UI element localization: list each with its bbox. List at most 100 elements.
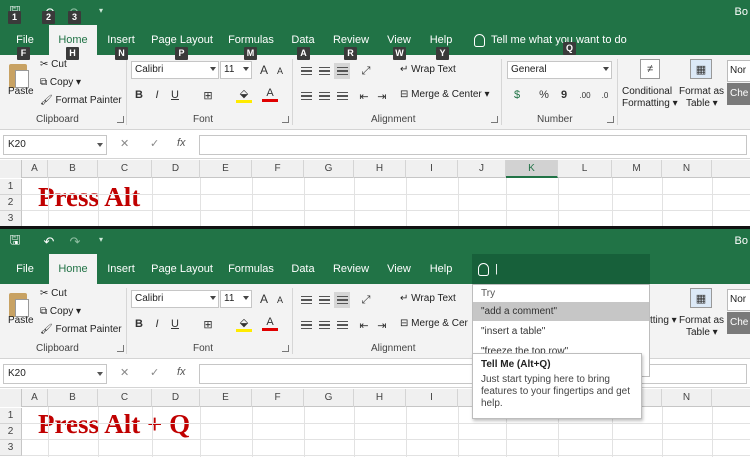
align-bottom-icon[interactable] (334, 292, 350, 308)
enter-icon[interactable]: ✓ (150, 137, 159, 150)
copy-button[interactable]: ⧉ Copy ▾ (40, 306, 81, 317)
cut-button[interactable]: ✂ Cut (40, 288, 67, 299)
column-header[interactable]: M (612, 160, 662, 178)
enter-icon[interactable]: ✓ (150, 366, 159, 379)
column-header[interactable]: I (406, 389, 458, 407)
row-header[interactable]: 1 (0, 179, 22, 195)
tab-page-layout[interactable]: Page Layout (150, 254, 214, 284)
name-box[interactable]: K20 (3, 135, 107, 155)
select-all-corner[interactable] (0, 389, 22, 407)
decrease-decimal-button[interactable]: .0 (597, 87, 613, 103)
merge-center-button[interactable]: ⊟ Merge & Cer (400, 318, 468, 329)
column-header[interactable]: A (22, 160, 48, 178)
column-header[interactable]: L (558, 160, 612, 178)
qat-customize-icon[interactable]: ▾ (99, 235, 103, 244)
paste-button[interactable]: Paste (8, 86, 34, 97)
alignment-launcher-icon[interactable] (491, 116, 498, 123)
tab-review[interactable]: Review (331, 254, 371, 284)
number-format-select[interactable]: General (507, 61, 612, 79)
format-as-table-label[interactable]: Format as (679, 86, 724, 97)
row-header[interactable]: 3 (0, 440, 22, 456)
column-header[interactable]: G (304, 160, 354, 178)
tab-view[interactable]: View (384, 254, 414, 284)
font-name-select[interactable]: Calibri (131, 290, 219, 308)
wrap-text-button[interactable]: ↵ Wrap Text (400, 64, 456, 75)
font-launcher-icon[interactable] (282, 116, 289, 123)
grow-font-button[interactable]: A (256, 291, 272, 307)
column-header[interactable]: F (252, 160, 304, 178)
percent-button[interactable]: % (536, 87, 552, 103)
column-header[interactable]: F (252, 389, 304, 407)
increase-decimal-button[interactable]: .00 (577, 87, 593, 103)
borders-icon[interactable]: ⊞ (200, 87, 216, 103)
redo-icon[interactable]: ↷ (66, 233, 84, 250)
select-all-corner[interactable] (0, 160, 22, 178)
orientation-icon[interactable]: ⤢ (358, 292, 374, 308)
formula-input[interactable] (199, 135, 747, 155)
qat-customize-icon[interactable]: ▾ (99, 6, 103, 15)
cancel-icon[interactable]: ✕ (120, 137, 129, 150)
fill-color-icon[interactable]: ⬙ (236, 316, 252, 332)
format-painter-button[interactable]: 🖌 Format Painter (40, 95, 122, 106)
column-header[interactable]: A (22, 389, 48, 407)
font-size-select[interactable]: 11 (220, 61, 252, 79)
fill-color-icon[interactable]: ⬙ (236, 87, 252, 103)
cancel-icon[interactable]: ✕ (120, 366, 129, 379)
italic-button[interactable]: I (149, 87, 165, 103)
save-icon[interactable]: 🖫 (6, 232, 24, 250)
cell-style-normal[interactable]: Nor (727, 60, 750, 82)
underline-button[interactable]: U (167, 316, 183, 332)
column-header[interactable]: D (152, 160, 200, 178)
conditional-formatting-label-2[interactable]: tting ▾ (650, 315, 677, 326)
column-header[interactable]: K (506, 160, 558, 178)
font-color-button[interactable]: A (262, 86, 278, 102)
align-middle-icon[interactable] (316, 292, 332, 308)
cell-style-normal[interactable]: Nor (727, 289, 750, 311)
comma-button[interactable]: 9 (556, 87, 572, 103)
column-header[interactable]: G (304, 389, 354, 407)
cut-button[interactable]: ✂ Cut (40, 59, 67, 70)
format-as-table-label-2[interactable]: Table ▾ (686, 327, 718, 338)
bold-button[interactable]: B (131, 87, 147, 103)
row-header[interactable]: 2 (0, 424, 22, 440)
conditional-formatting-label-2[interactable]: Formatting ▾ (622, 98, 678, 109)
number-launcher-icon[interactable] (607, 116, 614, 123)
tell-me-suggestion[interactable]: "insert a table" (473, 322, 649, 341)
column-header[interactable]: B (48, 389, 98, 407)
align-left-icon[interactable] (298, 317, 314, 333)
tab-help[interactable]: Help (426, 254, 456, 284)
align-middle-icon[interactable] (316, 63, 332, 79)
column-header[interactable]: B (48, 160, 98, 178)
align-right-icon[interactable] (334, 317, 350, 333)
clipboard-launcher-icon[interactable] (117, 116, 124, 123)
format-as-table-icon[interactable]: ▦ (690, 288, 712, 308)
decrease-indent-icon[interactable]: ⇤ (356, 317, 372, 333)
orientation-icon[interactable]: ⤢ (358, 63, 374, 79)
insert-function-icon[interactable]: fx (177, 137, 186, 149)
undo-icon[interactable]: ↶ (40, 233, 58, 250)
italic-button[interactable]: I (149, 316, 165, 332)
cell-style-check[interactable]: Che (727, 312, 750, 334)
align-center-icon[interactable] (316, 88, 332, 104)
tab-file[interactable]: File (8, 254, 42, 284)
bold-button[interactable]: B (131, 316, 147, 332)
column-header[interactable]: C (98, 389, 152, 407)
grow-font-button[interactable]: A (256, 62, 272, 78)
tell-me-input-active[interactable]: | (472, 254, 650, 284)
column-header[interactable]: H (354, 389, 406, 407)
font-name-select[interactable]: Calibri (131, 61, 219, 79)
align-center-icon[interactable] (316, 317, 332, 333)
column-header[interactable]: I (406, 160, 458, 178)
increase-indent-icon[interactable]: ⇥ (374, 317, 390, 333)
paste-button[interactable]: Paste (8, 315, 34, 326)
column-header[interactable]: E (200, 389, 252, 407)
paste-icon[interactable] (9, 61, 31, 89)
clipboard-launcher-icon[interactable] (117, 345, 124, 352)
tab-data[interactable]: Data (288, 254, 318, 284)
format-as-table-label[interactable]: Format as (679, 315, 724, 326)
align-bottom-icon[interactable] (334, 63, 350, 79)
cell-style-check[interactable]: Che (727, 83, 750, 105)
merge-center-button[interactable]: ⊟ Merge & Center ▾ (400, 89, 490, 100)
increase-indent-icon[interactable]: ⇥ (374, 88, 390, 104)
column-header[interactable]: D (152, 389, 200, 407)
